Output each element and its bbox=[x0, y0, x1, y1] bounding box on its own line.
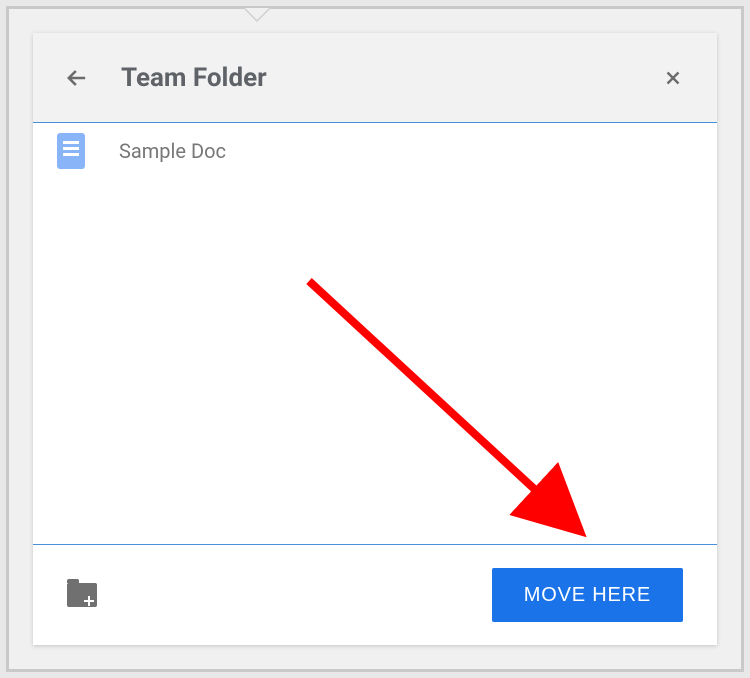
move-dialog: Team Folder Sample Doc MOVE HERE bbox=[33, 33, 717, 645]
window-outer: Team Folder Sample Doc MOVE HERE bbox=[6, 6, 744, 672]
close-icon bbox=[662, 67, 684, 89]
back-button[interactable] bbox=[57, 58, 97, 98]
document-icon bbox=[57, 133, 85, 169]
list-item[interactable]: Sample Doc bbox=[33, 123, 717, 179]
move-here-button[interactable]: MOVE HERE bbox=[492, 568, 683, 622]
close-button[interactable] bbox=[653, 58, 693, 98]
file-list: Sample Doc bbox=[33, 123, 717, 545]
dialog-footer: MOVE HERE bbox=[33, 545, 717, 645]
new-folder-button[interactable] bbox=[67, 583, 97, 607]
dialog-title: Team Folder bbox=[121, 63, 267, 93]
arrow-left-icon bbox=[63, 64, 91, 92]
file-name: Sample Doc bbox=[119, 139, 226, 163]
callout-pointer bbox=[243, 8, 271, 22]
plus-icon bbox=[84, 596, 94, 606]
dialog-header: Team Folder bbox=[33, 33, 717, 123]
